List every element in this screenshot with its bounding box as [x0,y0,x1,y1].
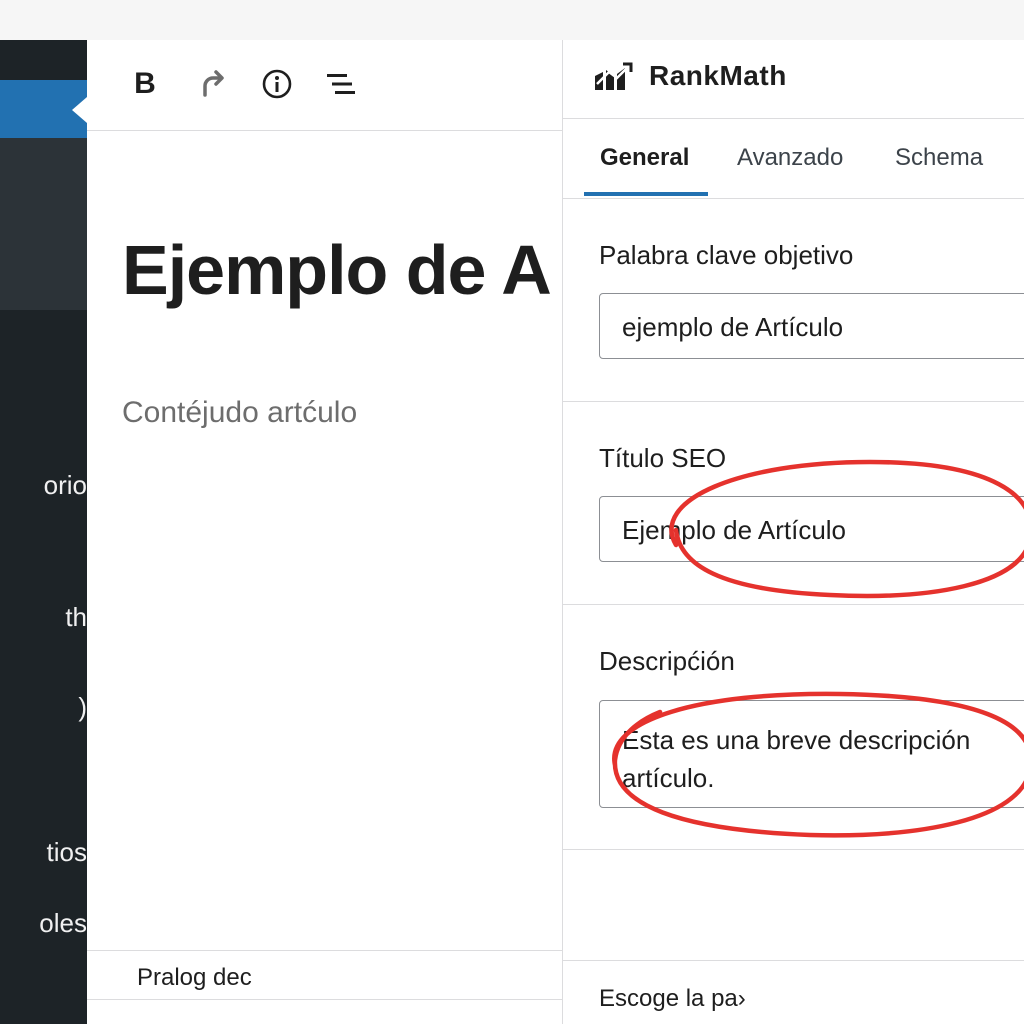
post-editor: B Ejemplo de A Contéjudo artćulo Pralog … [87,40,562,1024]
bold-icon: B [134,67,156,100]
keyword-input[interactable]: ejemplo de Artículo [599,293,1024,359]
description-textarea[interactable]: Esta es una breve descripción artículo. [599,700,1024,808]
sidebar-item-label: orio [43,470,87,500]
keyword-label: Palabra clave objetivo [599,240,854,270]
seo-title-input[interactable]: Ejemplo de Artículo [599,496,1024,562]
tab-avanzado[interactable]: Avanzado [737,144,843,172]
info-button[interactable] [255,62,299,106]
editor-toolbar: B [87,40,562,131]
info-icon [262,69,292,99]
active-tab-indicator [584,192,708,196]
admin-sidebar: orio th ) tios oles [0,40,87,1024]
sidebar-item-label: oles [39,908,87,938]
list-outline-icon [327,74,355,94]
sidebar-top-edge [0,40,87,46]
panel-title: RankMath [649,60,787,91]
section-divider [563,401,1024,402]
sidebar-item-rank-math[interactable]: th [0,602,87,633]
sidebar-item-roles[interactable]: oles [0,908,87,939]
editor-footer-label[interactable]: Pralog dec [137,964,252,992]
browser-top-bar [0,0,1024,41]
section-divider [563,849,1024,850]
sidebar-item-label: th [65,602,87,632]
panel-footer: Escoge la pa› [563,960,1024,1025]
tab-general[interactable]: General [600,144,689,172]
redo-button[interactable] [190,62,234,106]
sidebar-item-partial[interactable]: ) [0,692,87,723]
post-content[interactable]: Contéjudo artćulo [122,396,357,430]
rank-math-panel: RankMath General Avanzado Schema Palabra… [562,40,1024,1024]
sidebar-active-notch [72,97,87,123]
description-line: artículo. [622,763,715,793]
bold-button[interactable]: B [123,62,167,106]
panel-tabs: General Avanzado Schema [563,118,1024,199]
sidebar-item-label: ) [78,692,87,722]
sidebar-item-repertorio[interactable]: orio [0,470,87,501]
editor-footer-bar: Pralog dec [87,950,562,1000]
sidebar-item-ajustes[interactable]: tios [0,837,87,868]
description-line: Esta es una breve descripción [622,725,971,755]
redo-icon [203,70,224,97]
sidebar-submenu [0,138,87,310]
panel-header: RankMath [563,40,1024,119]
section-divider [563,604,1024,605]
sidebar-item-label: tios [46,837,87,867]
tab-schema[interactable]: Schema [895,144,983,172]
description-label: Descripćión [599,646,735,676]
seo-title-label: Título SEO [599,443,727,473]
outline-button[interactable] [319,62,363,106]
rank-math-logo-icon [595,62,633,90]
panel-footer-link[interactable]: Escoge la pa› [599,985,746,1013]
post-title[interactable]: Ejemplo de A [122,230,552,310]
